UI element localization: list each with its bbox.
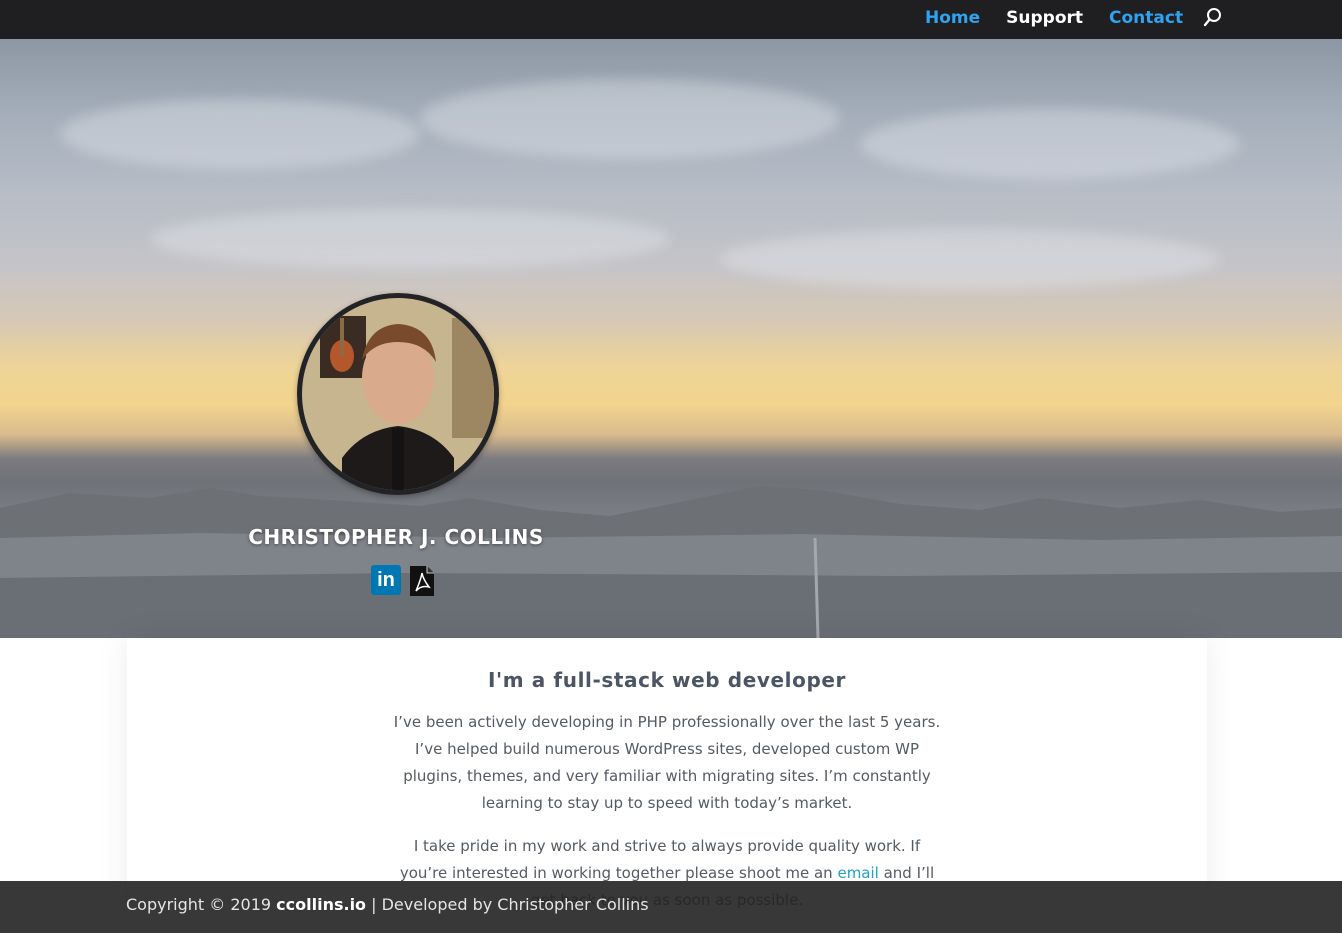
cloud-shape — [60, 99, 420, 169]
cloud-shape — [420, 79, 840, 159]
hero-banner: CHRISTOPHER J. COLLINS in — [0, 39, 1342, 638]
profile-avatar — [297, 293, 499, 495]
top-navigation-bar: Home Support Contact — [0, 0, 1342, 39]
main-menu: Home Support Contact — [925, 6, 1223, 30]
search-icon[interactable] — [1203, 7, 1223, 29]
intro-paragraph: I’ve been actively developing in PHP pro… — [393, 713, 941, 812]
intro-heading: I'm a full-stack web developer — [488, 668, 846, 692]
nav-link-support[interactable]: Support — [1006, 6, 1083, 30]
linkedin-icon[interactable]: in — [371, 565, 401, 595]
pdf-icon[interactable] — [409, 565, 435, 597]
cloud-shape — [720, 229, 1220, 289]
footer-credits: Copyright © 2019 ccollins.io | Developed… — [126, 895, 649, 914]
email-link[interactable]: email — [837, 864, 878, 882]
profile-name: CHRISTOPHER J. COLLINS — [248, 525, 544, 549]
social-links: in — [371, 565, 435, 597]
footer-copyright: Copyright © 2019 — [126, 895, 277, 914]
footer-bar: Copyright © 2019 ccollins.io | Developed… — [0, 881, 1342, 933]
nav-link-home[interactable]: Home — [925, 6, 980, 30]
footer-developer: | Developed by Christopher Collins — [366, 895, 649, 914]
nav-link-contact[interactable]: Contact — [1109, 6, 1183, 30]
cloud-shape — [150, 209, 670, 269]
footer-brand: ccollins.io — [276, 895, 367, 914]
cloud-shape — [860, 109, 1240, 179]
